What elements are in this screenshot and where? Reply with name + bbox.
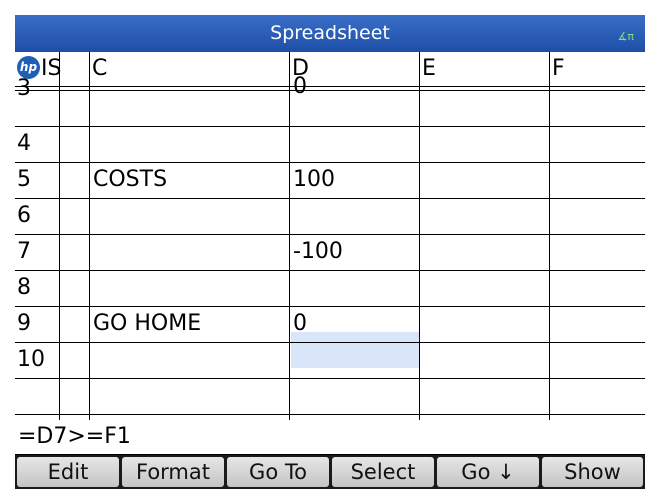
format-button[interactable]: Format [122,457,224,487]
title-bar: Spreadsheet ∡π [15,15,645,52]
row-number[interactable]: 9 [17,306,31,342]
row-number[interactable]: 7 [17,234,31,270]
row-number[interactable]: 3 [17,78,31,100]
cell-d5[interactable]: 100 [293,162,335,198]
row-number[interactable]: 4 [17,126,31,162]
row-number[interactable]: 5 [17,162,31,198]
go-to-button[interactable]: Go To [227,457,329,487]
col-header-f[interactable]: F [552,54,565,84]
cell-d3[interactable]: 0 [293,76,307,98]
edit-button[interactable]: Edit [17,457,119,487]
show-button[interactable]: Show [542,457,643,487]
spreadsheet-grid: hp IS C D E F 3 0 4 5 COSTS 100 6 7 -100… [15,52,645,420]
row-number[interactable]: 10 [17,342,45,378]
cell-c9[interactable]: GO HOME [93,306,201,342]
cell-c5[interactable]: COSTS [93,162,167,198]
soft-menu-bar: Edit Format Go To Select Go ↓ Show [15,455,645,489]
selected-cell-highlight [291,332,419,368]
row-number[interactable]: 8 [17,270,31,306]
formula-bar[interactable]: =D7>=F1 [15,420,645,454]
col-header-is[interactable]: IS [41,54,61,84]
select-button[interactable]: Select [332,457,434,487]
app-title: Spreadsheet [270,22,390,44]
cell-d7[interactable]: -100 [293,234,343,270]
cell-d9[interactable]: 0 [293,306,307,342]
formula-text: =D7>=F1 [18,424,131,449]
angle-mode-icon: ∡π [617,30,634,43]
col-header-c[interactable]: C [92,54,107,84]
row-number[interactable]: 6 [17,198,31,234]
go-direction-button[interactable]: Go ↓ [437,457,539,487]
col-header-e[interactable]: E [422,54,436,84]
